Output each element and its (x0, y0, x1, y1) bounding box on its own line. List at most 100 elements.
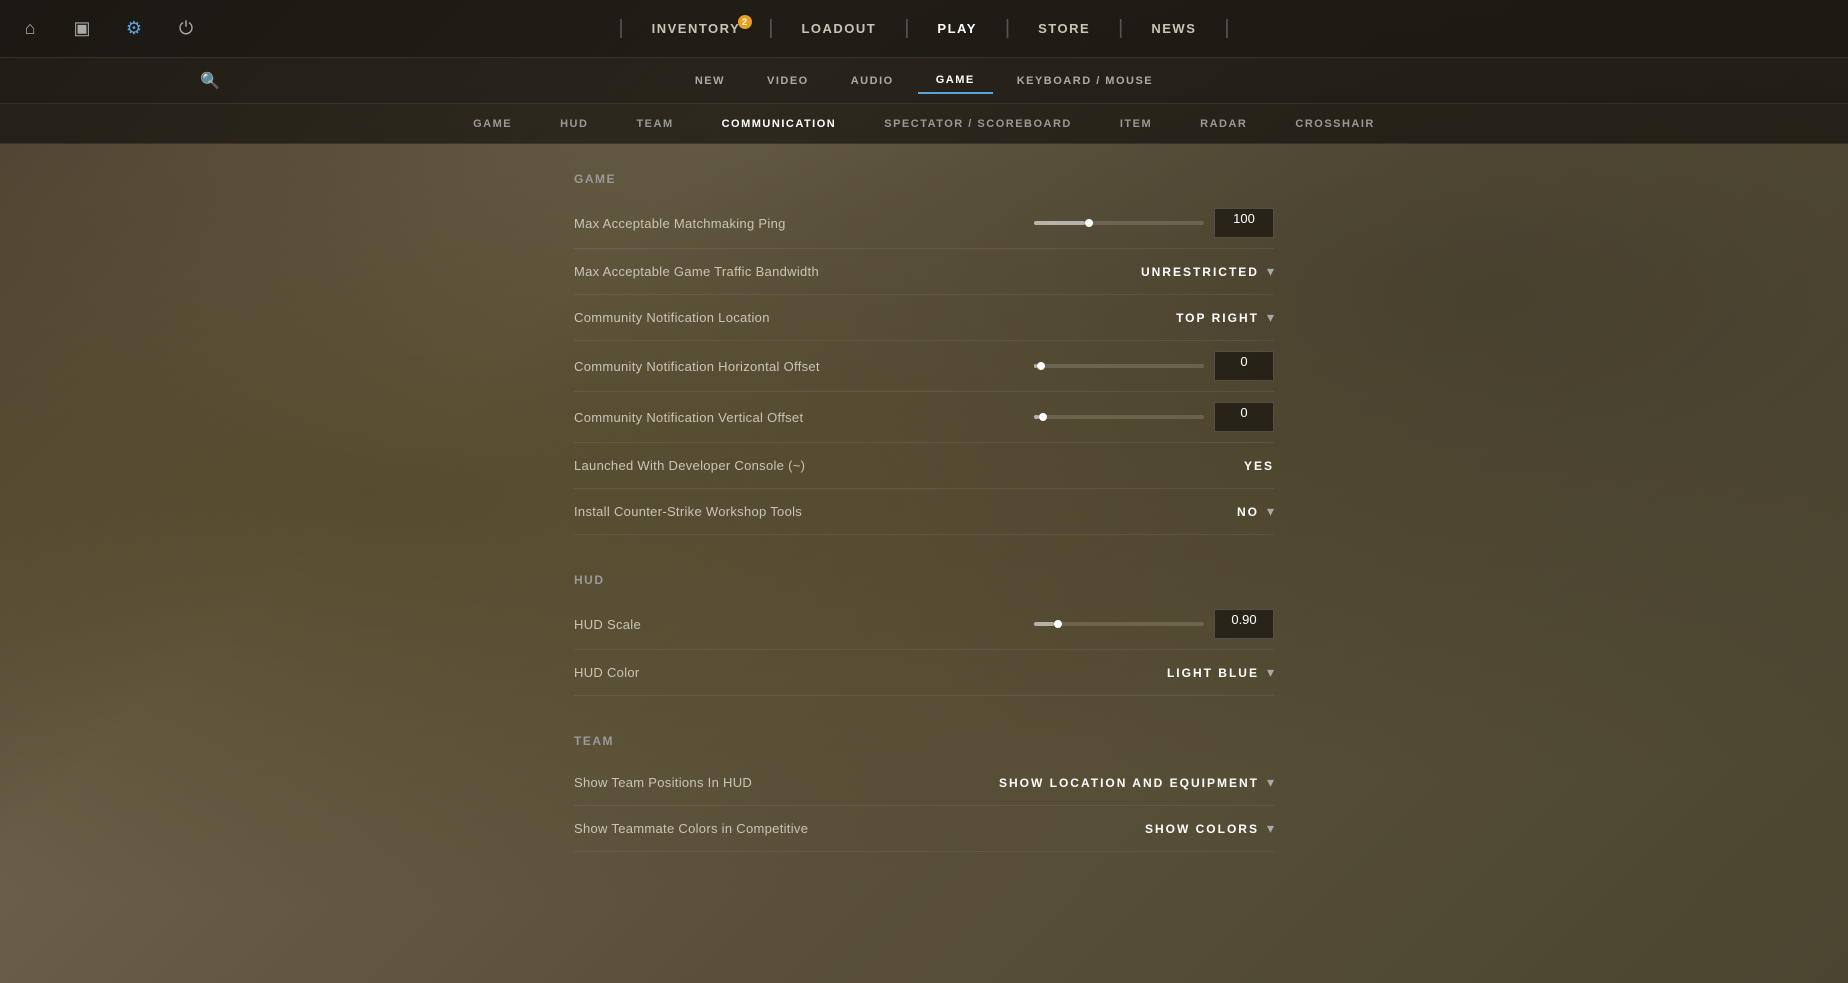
developer-console-value: YES (1244, 459, 1274, 473)
notification-v-slider-container[interactable] (1034, 415, 1204, 419)
main-nav: | INVENTORY 2 | LOADOUT | PLAY | STORE |… (618, 13, 1229, 44)
notification-h-offset-input[interactable]: 0 (1214, 351, 1274, 381)
max-ping-input[interactable]: 100 (1214, 208, 1274, 238)
notification-h-offset-label: Community Notification Horizontal Offset (574, 359, 820, 374)
nav-inventory[interactable]: INVENTORY 2 (624, 13, 769, 44)
hud-color-label: HUD Color (574, 665, 640, 680)
hud-color-arrow: ▾ (1267, 664, 1274, 681)
gear-icon[interactable]: ⚙ (120, 15, 148, 43)
max-ping-slider-fill (1034, 221, 1085, 225)
notification-h-slider-thumb[interactable] (1037, 362, 1045, 370)
setting-max-bandwidth: Max Acceptable Game Traffic Bandwidth UN… (574, 249, 1274, 295)
inventory-badge: 2 (738, 15, 752, 29)
notification-h-slider-track[interactable] (1034, 364, 1204, 368)
setting-show-team-positions: Show Team Positions In HUD SHOW LOCATION… (574, 760, 1274, 806)
hud-color-value: LIGHT BLUE (1167, 666, 1259, 680)
teammate-colors-dropdown[interactable]: SHOW COLORS ▾ (1145, 820, 1274, 837)
nav-divider-6: | (1224, 17, 1229, 40)
notification-h-offset-control: 0 (1034, 351, 1274, 381)
show-team-positions-dropdown[interactable]: SHOW LOCATION AND EQUIPMENT ▾ (999, 774, 1274, 791)
hud-scale-slider-track[interactable] (1034, 622, 1204, 626)
max-bandwidth-arrow: ▾ (1267, 263, 1274, 280)
max-bandwidth-label: Max Acceptable Game Traffic Bandwidth (574, 264, 819, 279)
notification-v-offset-label: Community Notification Vertical Offset (574, 410, 803, 425)
setting-teammate-colors: Show Teammate Colors in Competitive SHOW… (574, 806, 1274, 852)
max-bandwidth-dropdown[interactable]: UNRESTRICTED ▾ (1141, 263, 1274, 280)
content-area: Game Max Acceptable Matchmaking Ping 100… (0, 144, 1848, 983)
setting-notification-h-offset: Community Notification Horizontal Offset… (574, 341, 1274, 392)
topbar-icons: ⌂ ▣ ⚙ ⏻ (16, 15, 200, 43)
show-team-positions-arrow: ▾ (1267, 774, 1274, 791)
subtab-team[interactable]: TEAM (612, 112, 697, 136)
game-subtabs-row: GAME HUD TEAM COMMUNICATION SPECTATOR / … (0, 104, 1848, 144)
teammate-colors-arrow: ▾ (1267, 820, 1274, 837)
workshop-tools-value: NO (1237, 505, 1259, 519)
tab-game[interactable]: GAME (918, 68, 993, 94)
nav-store[interactable]: STORE (1010, 13, 1118, 44)
subtab-crosshair[interactable]: CROSSHAIR (1271, 112, 1399, 136)
setting-hud-color: HUD Color LIGHT BLUE ▾ (574, 650, 1274, 696)
subtab-radar[interactable]: RADAR (1176, 112, 1271, 136)
power-icon[interactable]: ⏻ (172, 15, 200, 43)
notification-location-arrow: ▾ (1267, 309, 1274, 326)
notification-v-offset-control: 0 (1034, 402, 1274, 432)
spacer-1 (574, 535, 1274, 565)
setting-max-ping: Max Acceptable Matchmaking Ping 100 (574, 198, 1274, 249)
setting-workshop-tools: Install Counter-Strike Workshop Tools NO… (574, 489, 1274, 535)
hud-color-dropdown[interactable]: LIGHT BLUE ▾ (1167, 664, 1274, 681)
subtab-item[interactable]: ITEM (1096, 112, 1176, 136)
teammate-colors-value: SHOW COLORS (1145, 822, 1259, 836)
tab-new[interactable]: NEW (677, 69, 743, 93)
team-section-label: Team (574, 726, 1274, 760)
subtab-communication[interactable]: COMMUNICATION (698, 112, 861, 136)
show-team-positions-label: Show Team Positions In HUD (574, 775, 752, 790)
notification-v-slider-track[interactable] (1034, 415, 1204, 419)
notification-location-value: TOP RIGHT (1176, 311, 1259, 325)
notification-location-label: Community Notification Location (574, 310, 770, 325)
workshop-tools-dropdown[interactable]: NO ▾ (1237, 503, 1274, 520)
spacer-2 (574, 696, 1274, 726)
notification-v-slider-thumb[interactable] (1039, 413, 1047, 421)
setting-developer-console: Launched With Developer Console (~) YES (574, 443, 1274, 489)
max-ping-label: Max Acceptable Matchmaking Ping (574, 216, 786, 231)
subtab-game[interactable]: GAME (449, 112, 536, 136)
game-section-label: Game (574, 164, 1274, 198)
hud-scale-slider-container[interactable] (1034, 622, 1204, 626)
home-icon[interactable]: ⌂ (16, 15, 44, 43)
workshop-tools-arrow: ▾ (1267, 503, 1274, 520)
max-bandwidth-value: UNRESTRICTED (1141, 265, 1259, 279)
nav-news[interactable]: NEWS (1123, 13, 1224, 44)
nav-loadout[interactable]: LOADOUT (773, 13, 904, 44)
setting-notification-v-offset: Community Notification Vertical Offset 0 (574, 392, 1274, 443)
subtab-spectator-scoreboard[interactable]: SPECTATOR / SCOREBOARD (860, 112, 1096, 136)
settings-panel: Game Max Acceptable Matchmaking Ping 100… (574, 144, 1274, 983)
tab-video[interactable]: VIDEO (749, 69, 827, 93)
hud-section-label: Hud (574, 565, 1274, 599)
topbar: ⌂ ▣ ⚙ ⏻ | INVENTORY 2 | LOADOUT | PLAY |… (0, 0, 1848, 58)
tab-audio[interactable]: AUDIO (833, 69, 912, 93)
search-icon[interactable]: 🔍 (200, 71, 220, 91)
settings-tabs-row: 🔍 NEW VIDEO AUDIO GAME KEYBOARD / MOUSE (0, 58, 1848, 104)
notification-h-slider-container[interactable] (1034, 364, 1204, 368)
max-ping-slider-container[interactable] (1034, 221, 1204, 225)
hud-scale-input[interactable]: 0.90 (1214, 609, 1274, 639)
workshop-tools-label: Install Counter-Strike Workshop Tools (574, 504, 802, 519)
subtab-hud[interactable]: HUD (536, 112, 612, 136)
setting-notification-location: Community Notification Location TOP RIGH… (574, 295, 1274, 341)
teammate-colors-label: Show Teammate Colors in Competitive (574, 821, 808, 836)
max-ping-slider-track[interactable] (1034, 221, 1204, 225)
max-ping-slider-thumb[interactable] (1085, 219, 1093, 227)
hud-scale-control: 0.90 (1034, 609, 1274, 639)
hud-scale-label: HUD Scale (574, 617, 641, 632)
max-ping-control: 100 (1034, 208, 1274, 238)
notification-location-dropdown[interactable]: TOP RIGHT ▾ (1176, 309, 1274, 326)
nav-play[interactable]: PLAY (909, 13, 1004, 44)
hud-scale-slider-fill (1034, 622, 1054, 626)
monitor-icon[interactable]: ▣ (68, 15, 96, 43)
hud-scale-slider-thumb[interactable] (1054, 620, 1062, 628)
setting-hud-scale: HUD Scale 0.90 (574, 599, 1274, 650)
show-team-positions-value: SHOW LOCATION AND EQUIPMENT (999, 776, 1259, 790)
developer-console-label: Launched With Developer Console (~) (574, 458, 805, 473)
tab-keyboard-mouse[interactable]: KEYBOARD / MOUSE (999, 69, 1171, 93)
notification-v-offset-input[interactable]: 0 (1214, 402, 1274, 432)
